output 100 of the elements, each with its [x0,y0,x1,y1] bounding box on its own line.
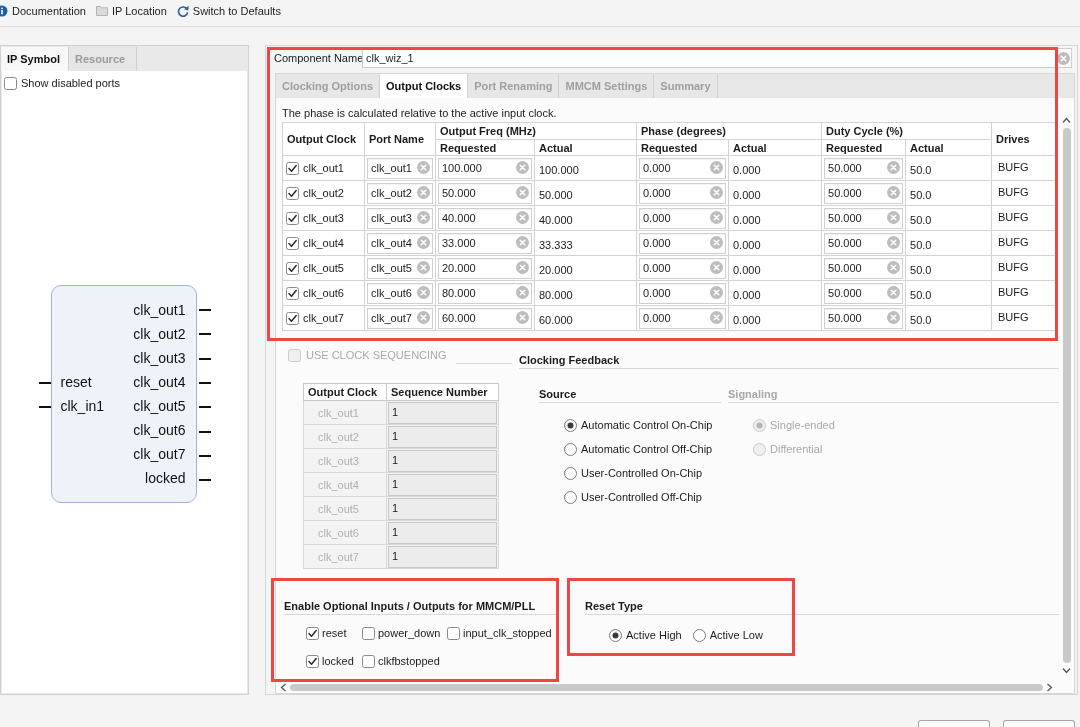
clear-icon[interactable] [516,236,529,249]
checkbox[interactable] [286,161,299,175]
text-field[interactable]: 50.000 [438,182,532,204]
text-field[interactable]: 20.000 [438,257,532,279]
text-field[interactable]: 50.000 [824,182,903,204]
text-field[interactable]: 0.000 [639,232,726,254]
radio-button[interactable] [564,442,577,456]
clear-icon[interactable] [417,236,430,249]
toolbar-button[interactable]: Switch to Defaults [176,3,281,18]
clear-icon[interactable] [710,186,723,199]
text-field[interactable]: 0.000 [639,182,726,204]
text-field[interactable]: 50.000 [824,232,903,254]
text-field[interactable]: 50.000 [824,307,903,329]
text-field[interactable]: 0.000 [639,307,726,329]
text-field[interactable]: 50.000 [824,157,903,179]
chevron-down-icon[interactable] [1062,666,1071,675]
text-field[interactable]: 0.000 [639,207,726,229]
text-field[interactable]: clk_out3 [367,207,433,229]
clear-icon[interactable] [1057,51,1070,65]
text-field[interactable]: 40.000 [438,207,532,229]
text-field[interactable]: 60.000 [438,307,532,329]
clock-label: clk_out6 [303,287,344,299]
text-field[interactable]: 33.000 [438,232,532,254]
clear-icon[interactable] [710,311,723,324]
tab[interactable]: Output Clocks [380,74,469,98]
clear-icon[interactable] [516,211,529,224]
radio-button[interactable] [564,490,577,504]
radio-label: Active High [626,629,682,641]
clear-icon[interactable] [710,286,723,299]
pin-line [198,309,211,312]
checkbox[interactable] [286,236,299,250]
clear-icon[interactable] [516,261,529,274]
clear-icon[interactable] [887,286,900,299]
radio-label: Active Low [709,629,763,641]
checkbox[interactable] [306,626,319,640]
checkbox[interactable] [362,626,375,640]
radio-button[interactable] [564,466,577,480]
port-label: clk_in1 [60,397,105,415]
clear-icon[interactable] [417,261,430,274]
clear-icon[interactable] [710,261,723,274]
text-field[interactable]: 50.000 [824,282,903,304]
clock-label: clk_out4 [303,237,344,249]
checkbox[interactable] [4,76,17,90]
checkbox[interactable] [286,286,299,300]
toolbar-button[interactable]: IP Location [96,3,167,18]
text-field[interactable]: clk_wiz_1 [362,48,1072,68]
checkbox[interactable] [306,654,319,668]
column-header: Sequence Number [386,383,499,401]
section-title: Enable Optional Inputs / Outputs for MMCM/PLL [284,599,556,615]
clear-icon[interactable] [417,286,430,299]
chevron-up-icon[interactable] [1062,116,1071,125]
checkbox[interactable] [362,654,375,668]
text-field[interactable]: 100.000 [438,157,532,179]
chevron-left-icon[interactable] [279,682,288,692]
dialog-button[interactable] [918,720,990,727]
text-field[interactable]: clk_out2 [367,182,433,204]
toolbar-button[interactable]: Documentation [0,3,86,18]
text-field[interactable]: 50.000 [824,257,903,279]
text-field[interactable]: 0.000 [639,257,726,279]
column-header: Requested [435,139,535,156]
text-field[interactable]: clk_out6 [367,282,433,304]
clear-icon[interactable] [887,261,900,274]
clear-icon[interactable] [516,311,529,324]
chevron-right-icon[interactable] [1045,682,1054,692]
tab[interactable]: IP Symbol [1,47,69,71]
clear-icon[interactable] [887,186,900,199]
clear-icon[interactable] [417,186,430,199]
text-field[interactable]: clk_out1 [367,157,433,179]
radio-button[interactable] [564,418,577,432]
clear-icon[interactable] [887,161,900,174]
clear-icon[interactable] [887,236,900,249]
radio-button[interactable] [609,628,622,642]
text-field[interactable]: 0.000 [639,282,726,304]
checkbox[interactable] [286,211,299,225]
dialog-button[interactable] [1003,720,1075,727]
text-field[interactable]: clk_out4 [367,232,433,254]
checkbox[interactable] [286,186,299,200]
clear-icon[interactable] [516,161,529,174]
radio-button[interactable] [692,628,706,642]
port-label: clk_out2 [133,325,186,343]
text-field[interactable]: 80.000 [438,282,532,304]
clear-icon[interactable] [887,311,900,324]
clear-icon[interactable] [710,236,723,249]
checkbox[interactable] [286,311,299,325]
scrollbar-thumb[interactable] [1062,128,1071,663]
text-field[interactable]: clk_out7 [367,307,433,329]
clear-icon[interactable] [710,211,723,224]
text-field[interactable]: 0.000 [639,157,726,179]
clear-icon[interactable] [417,161,430,174]
text-field[interactable]: clk_out5 [367,257,433,279]
clear-icon[interactable] [516,286,529,299]
clear-icon[interactable] [887,211,900,224]
text-field[interactable]: 50.000 [824,207,903,229]
checkbox[interactable] [286,261,299,275]
clear-icon[interactable] [516,186,529,199]
checkbox[interactable] [447,626,460,640]
scrollbar-thumb[interactable] [290,683,1043,691]
clear-icon[interactable] [417,211,430,224]
clear-icon[interactable] [710,161,723,174]
clear-icon[interactable] [417,311,430,324]
